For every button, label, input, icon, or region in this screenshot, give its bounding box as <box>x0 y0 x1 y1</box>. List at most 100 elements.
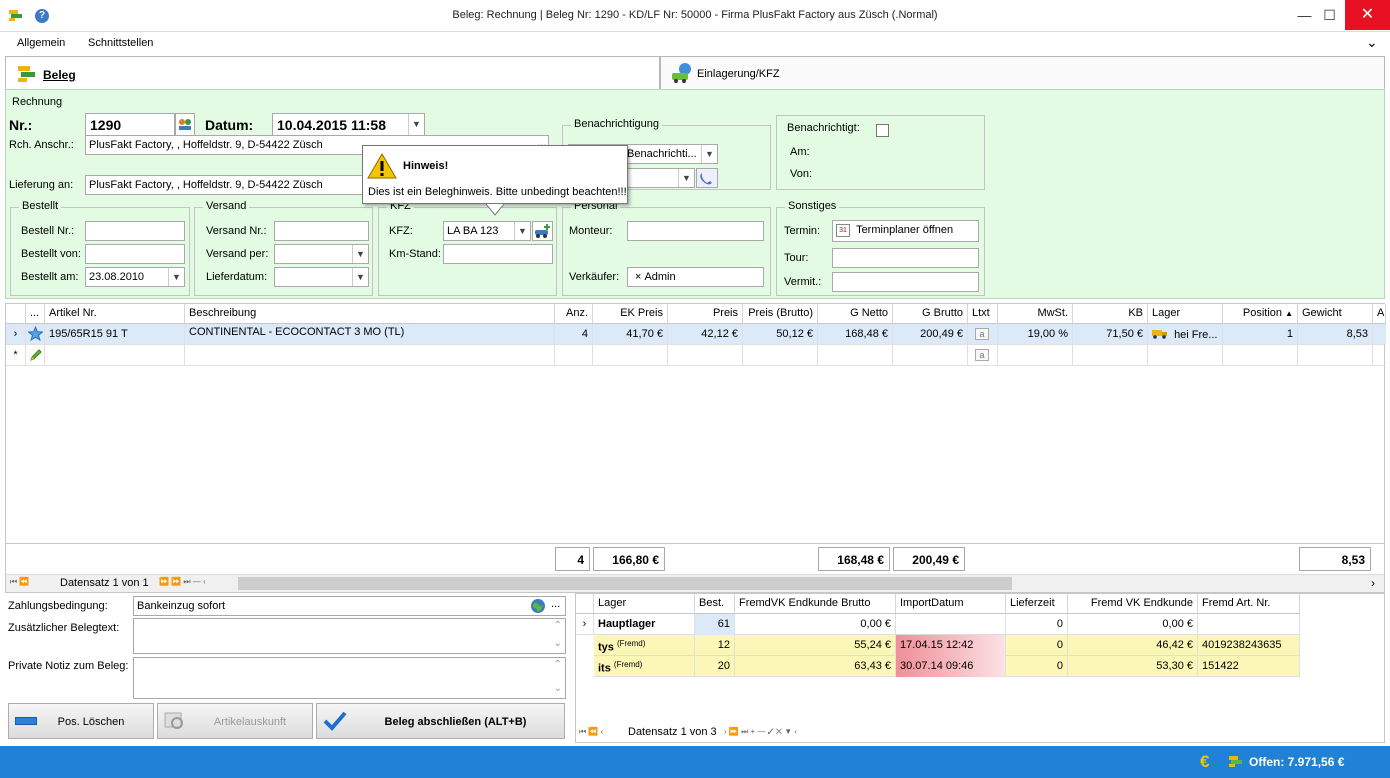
new-cell-mwst[interactable] <box>998 345 1073 366</box>
stock-cell-datum[interactable]: 17.04.15 12:42 <box>896 635 1006 656</box>
col-header-a[interactable]: A <box>1373 304 1386 324</box>
nav-first-prev[interactable]: ⏮ ⏪ <box>10 577 29 587</box>
vermit-input[interactable] <box>832 272 979 292</box>
tab-beleg[interactable]: Beleg <box>5 56 660 90</box>
cell-g-brutto[interactable]: 200,49 € <box>893 324 968 345</box>
stock-cell-lieferzeit[interactable]: 0 <box>1006 656 1068 677</box>
cell-kb[interactable]: 71,50 € <box>1073 324 1148 345</box>
versand-nr-input[interactable] <box>274 221 369 241</box>
stock-cell-fremd-vk[interactable]: 53,30 € <box>1068 656 1198 677</box>
versand-per-input[interactable]: ▼ <box>274 244 369 264</box>
new-cell-g-netto[interactable] <box>818 345 893 366</box>
pos-loeschen-button[interactable]: Pos. Löschen <box>8 703 154 739</box>
bestell-nr-input[interactable] <box>85 221 185 241</box>
zahlungsbedingung-input[interactable]: Bankeinzug sofort <box>133 596 566 616</box>
stock-cell-best[interactable]: 12 <box>695 635 735 656</box>
new-cell-gewicht[interactable] <box>1298 345 1373 366</box>
close-button[interactable]: ✕ <box>1345 0 1390 30</box>
stock-nav-next-last[interactable]: › ⏩ ⏭ + — ✓ ✕ ▼ ‹ <box>724 727 797 737</box>
globe-icon[interactable] <box>530 598 546 617</box>
stock-cell-artnr[interactable] <box>1198 614 1300 635</box>
cell-lager[interactable]: hei Fre... <box>1148 324 1223 345</box>
new-cell-ltxt[interactable]: a <box>968 345 998 366</box>
menu-schnittstellen[interactable]: Schnittstellen <box>88 37 153 49</box>
cell-mwst[interactable]: 19,00 % <box>998 324 1073 345</box>
stock-col-lager[interactable]: Lager <box>594 594 695 614</box>
verkaeufer-remove-icon[interactable]: × <box>635 271 641 283</box>
col-header-anz[interactable]: Anz. <box>555 304 593 324</box>
new-cell-preis-brutto[interactable] <box>743 345 818 366</box>
new-row[interactable]: * a <box>6 345 1386 366</box>
monteur-input[interactable] <box>627 221 764 241</box>
col-header-more[interactable]: ... <box>26 304 45 324</box>
stock-cell-artnr[interactable]: 4019238243635 <box>1198 635 1300 656</box>
artikelauskunft-button[interactable]: Artikelauskunft <box>157 703 313 739</box>
cell-g-netto[interactable]: 168,48 € <box>818 324 893 345</box>
benachrichtigt-checkbox[interactable] <box>876 124 889 137</box>
cell-preis[interactable]: 42,12 € <box>668 324 743 345</box>
scroll-right-icon[interactable]: › <box>1371 576 1375 590</box>
col-header-lager[interactable]: Lager <box>1148 304 1223 324</box>
new-cell-beschreibung[interactable] <box>185 345 555 366</box>
cell-preis-brutto[interactable]: 50,12 € <box>743 324 818 345</box>
col-header-preis-brutto[interactable]: Preis (Brutto) <box>743 304 818 324</box>
stock-col-lieferzeit[interactable]: Lieferzeit <box>1006 594 1068 614</box>
zusatz-belegtext-input[interactable]: ⌃ ⌄ <box>133 618 566 654</box>
stock-cell-brutto[interactable]: 55,24 € <box>735 635 896 656</box>
stock-cell-datum[interactable] <box>896 614 1006 635</box>
cell-position[interactable]: 1 <box>1223 324 1298 345</box>
tour-input[interactable] <box>832 248 979 268</box>
cell-beschreibung[interactable]: CONTINENTAL - ECOCONTACT 3 MO (TL) <box>185 324 555 345</box>
col-header-gewicht[interactable]: Gewicht <box>1298 304 1373 324</box>
star-icon[interactable] <box>26 324 45 345</box>
stock-col-importdatum[interactable]: ImportDatum <box>896 594 1006 614</box>
bestellt-von-input[interactable] <box>85 244 185 264</box>
col-header-position[interactable]: Position ▲ <box>1223 304 1298 324</box>
col-header-g-brutto[interactable]: G Brutto <box>893 304 968 324</box>
zusatz-scroll-down-icon[interactable]: ⌄ <box>554 638 562 649</box>
kfz-dropdown-icon[interactable]: ▼ <box>514 222 530 240</box>
stock-cell-best[interactable]: 20 <box>695 656 735 677</box>
new-cell-lager[interactable] <box>1148 345 1223 366</box>
zahlung-more-button[interactable]: ... <box>551 598 560 610</box>
new-cell-g-brutto[interactable] <box>893 345 968 366</box>
stock-cell-best[interactable]: 61 <box>695 614 735 635</box>
stock-nav-first-prev[interactable]: ⏮ ⏪ ‹ <box>579 727 603 737</box>
benachrichtigung-dropdown-icon[interactable]: ▼ <box>701 145 717 163</box>
table-row[interactable]: its (Fremd) 20 63,43 € 30.07.14 09:46 0 … <box>594 656 1300 677</box>
versand-per-dropdown-icon[interactable]: ▼ <box>352 245 368 263</box>
new-cell-kb[interactable] <box>1073 345 1148 366</box>
stock-col-best[interactable]: Best. <box>695 594 735 614</box>
col-header-beschreibung[interactable]: Beschreibung <box>185 304 555 324</box>
tab-einlagerung[interactable]: Einlagerung/KFZ <box>660 56 1385 90</box>
stock-col-fremd-artnr[interactable]: Fremd Art. Nr. <box>1198 594 1300 614</box>
stock-cell-lieferzeit[interactable]: 0 <box>1006 614 1068 635</box>
notiz-scroll-down-icon[interactable]: ⌄ <box>554 683 562 694</box>
menu-collapse-icon[interactable]: ⌄ <box>1366 34 1378 51</box>
table-row[interactable]: › Hauptlager 61 0,00 € 0 0,00 € <box>576 614 1300 635</box>
lieferdatum-input[interactable]: ▼ <box>274 267 369 287</box>
cell-gewicht[interactable]: 8,53 <box>1298 324 1373 345</box>
lieferung-input[interactable]: PlusFakt Factory, , Hoffeldstr. 9, D-544… <box>85 175 370 195</box>
notiz-scroll-up-icon[interactable]: ⌃ <box>554 659 562 670</box>
cell-ltxt[interactable]: a <box>968 324 998 345</box>
stock-col-fremd-vk[interactable]: Fremd VK Endkunde <box>1068 594 1198 614</box>
stock-cell-lager[interactable]: tys (Fremd) <box>594 635 695 656</box>
datum-input[interactable]: 10.04.2015 11:58 ▼ <box>272 113 425 136</box>
stock-cell-fremd-vk[interactable]: 0,00 € <box>1068 614 1198 635</box>
stock-cell-brutto[interactable]: 63,43 € <box>735 656 896 677</box>
new-cell-anz[interactable] <box>555 345 593 366</box>
col-header-kb[interactable]: KB <box>1073 304 1148 324</box>
datum-dropdown-icon[interactable]: ▼ <box>408 114 424 135</box>
table-row[interactable]: tys (Fremd) 12 55,24 € 17.04.15 12:42 0 … <box>594 635 1300 656</box>
stock-cell-lieferzeit[interactable]: 0 <box>1006 635 1068 656</box>
col-header-mwst[interactable]: MwSt. <box>998 304 1073 324</box>
stock-col-fremdvk-brutto[interactable]: FremdVK Endkunde Brutto <box>735 594 896 614</box>
bestellt-am-dropdown-icon[interactable]: ▼ <box>168 268 184 286</box>
benachrichtigung-2-dropdown-icon[interactable]: ▼ <box>678 169 694 187</box>
private-notiz-input[interactable]: ⌃ ⌄ <box>133 657 566 699</box>
beleg-abschliessen-button[interactable]: Beleg abschließen (ALT+B) <box>316 703 565 739</box>
new-cell-position[interactable] <box>1223 345 1298 366</box>
cell-artikel[interactable]: 195/65R15 91 T <box>45 324 185 345</box>
new-cell-artikel[interactable] <box>45 345 185 366</box>
